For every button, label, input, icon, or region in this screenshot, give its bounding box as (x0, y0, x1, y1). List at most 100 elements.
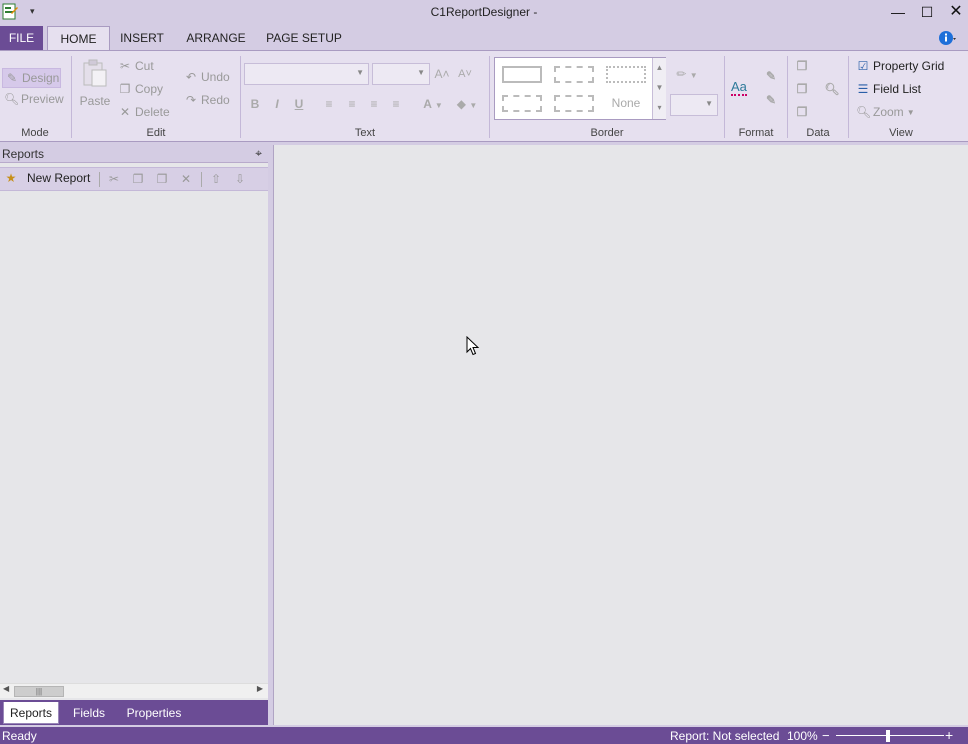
border-long-dash-icon[interactable] (554, 95, 594, 112)
copy-icon: ❐ (119, 82, 131, 96)
cut-button[interactable]: ✂ Cut (118, 59, 154, 73)
tab-fields[interactable]: Fields (64, 702, 114, 724)
design-canvas[interactable] (273, 145, 968, 725)
format-painter-icon[interactable]: ✎ (763, 68, 779, 84)
zoom-slider[interactable] (836, 735, 944, 736)
border-solid-icon[interactable] (502, 66, 542, 83)
property-grid-button[interactable]: ☑ Property Grid (856, 59, 945, 73)
horizontal-scrollbar[interactable]: ◀ ||| ▶ (0, 683, 268, 698)
fill-color-icon[interactable]: ◆ ▼ (452, 96, 482, 112)
panel-title: Reports (2, 147, 45, 161)
undo-button[interactable]: ↶ Undo (184, 70, 230, 84)
scroll-left-icon[interactable]: ◀ (3, 684, 9, 693)
design-mode-button[interactable]: ✎ Design (2, 68, 61, 88)
close-button[interactable]: ✕ (944, 2, 968, 22)
status-bar: Ready Report: Not selected 100% − + (0, 727, 968, 744)
data-source-icon[interactable]: ❐ (794, 58, 810, 74)
underline-button[interactable]: U (291, 96, 307, 112)
border-dotted-icon[interactable] (606, 66, 646, 83)
reports-toolbar: ★ New Report ✂ ❐ ❐ ✕ ⇧ ⇩ (0, 167, 268, 191)
group-label-data: Data (806, 127, 830, 139)
tab-home[interactable]: HOME (47, 26, 110, 51)
panel-header: Reports ⌖ (0, 145, 268, 163)
subreport-icon[interactable]: ❐ (794, 81, 810, 97)
italic-button[interactable]: I (269, 96, 285, 112)
query-icon[interactable]: 🔍︎ (824, 81, 840, 97)
copy-button[interactable]: ❐ Copy (118, 82, 163, 96)
tab-page-setup[interactable]: PAGE SETUP (264, 26, 344, 50)
scroll-thumb[interactable]: ||| (14, 686, 64, 697)
border-dashed-icon[interactable] (554, 66, 594, 83)
redo-button[interactable]: ↷ Redo (184, 93, 230, 107)
preview-mode-button[interactable]: 🔍︎ Preview (4, 92, 64, 106)
chevron-down-icon: ▼ (906, 107, 915, 117)
new-report-button[interactable]: ★ New Report (4, 171, 91, 185)
group-separator (848, 56, 849, 138)
info-icon[interactable] (938, 29, 956, 47)
tab-properties[interactable]: Properties (118, 702, 190, 724)
shrink-font-icon[interactable]: A˅ (457, 66, 473, 82)
zoom-level: 100% (787, 729, 818, 743)
group-separator (71, 56, 72, 138)
gallery-scroll[interactable]: ▲ ▼ ▾ (652, 58, 666, 119)
chevron-down-icon: ▼ (417, 68, 425, 77)
group-separator (489, 56, 490, 138)
new-report-icon: ★ (5, 171, 17, 185)
border-style-gallery[interactable]: None ▲ ▼ ▾ (494, 57, 666, 120)
paste-icon (83, 59, 107, 87)
calculated-field-icon[interactable]: ❐ (794, 104, 810, 120)
zoom-out-icon[interactable]: − (822, 728, 830, 743)
tab-file[interactable]: FILE (0, 26, 43, 50)
cut-icon[interactable]: ✂ (107, 172, 121, 186)
group-label-border: Border (590, 127, 624, 139)
copy-icon[interactable]: ❐ (131, 172, 145, 186)
border-width-combo[interactable]: ▼ (670, 94, 718, 116)
field-list-button[interactable]: ☰ Field List (856, 82, 921, 96)
delete-button[interactable]: ✕ Delete (118, 105, 170, 119)
mouse-cursor-icon (466, 336, 480, 356)
group-label-text: Text (354, 127, 376, 139)
delete-icon: ✕ (119, 105, 131, 119)
pin-icon[interactable]: ⌖ (255, 146, 262, 161)
group-label-view: View (889, 127, 913, 139)
group-separator (240, 56, 241, 138)
tab-reports[interactable]: Reports (3, 702, 59, 724)
zoom-in-icon[interactable]: + (945, 727, 953, 743)
font-name-combo[interactable]: ▼ (244, 63, 369, 85)
paste-icon[interactable]: ❐ (155, 172, 169, 186)
chevron-down-icon: ▼ (705, 99, 713, 108)
move-down-icon[interactable]: ⇩ (233, 172, 247, 186)
toolbar-separator (201, 172, 202, 187)
status-ready: Ready (2, 729, 37, 743)
maximize-button[interactable]: ☐ (915, 2, 939, 22)
border-none-option[interactable]: None (606, 96, 646, 110)
move-up-icon[interactable]: ⇧ (209, 172, 223, 186)
scroll-right-icon[interactable]: ▶ (257, 684, 263, 693)
apply-format-icon[interactable]: ✎ (763, 92, 779, 108)
font-color-icon[interactable]: A ▼ (419, 96, 447, 112)
tab-insert[interactable]: INSERT (116, 26, 168, 50)
border-dash-dot-icon[interactable] (502, 95, 542, 112)
group-label-mode: Mode (21, 127, 49, 139)
bold-button[interactable]: B (247, 96, 263, 112)
status-report: Report: Not selected (670, 729, 780, 743)
paste-button[interactable]: Paste (79, 58, 111, 108)
zoom-button[interactable]: 🔍︎ Zoom ▼ (856, 105, 915, 119)
font-size-combo[interactable]: ▼ (372, 63, 430, 85)
property-grid-icon: ☑ (857, 59, 869, 73)
zoom-slider-thumb[interactable] (886, 730, 890, 742)
justify-icon[interactable]: ≡ (388, 96, 404, 112)
group-label-edit: Edit (146, 127, 166, 139)
delete-icon[interactable]: ✕ (179, 172, 193, 186)
grow-font-icon[interactable]: A˄ (434, 66, 450, 82)
minimize-button[interactable]: — (886, 2, 910, 22)
group-separator (787, 56, 788, 138)
align-left-icon[interactable]: ≡ (321, 96, 337, 112)
align-right-icon[interactable]: ≡ (366, 96, 382, 112)
reports-panel (0, 145, 268, 725)
border-color-icon[interactable]: ✏ ▼ (672, 66, 702, 82)
align-center-icon[interactable]: ≡ (344, 96, 360, 112)
tab-arrange[interactable]: ARRANGE (184, 26, 248, 50)
scissors-icon: ✂ (119, 59, 131, 73)
text-format-icon[interactable]: Aa (731, 79, 747, 96)
